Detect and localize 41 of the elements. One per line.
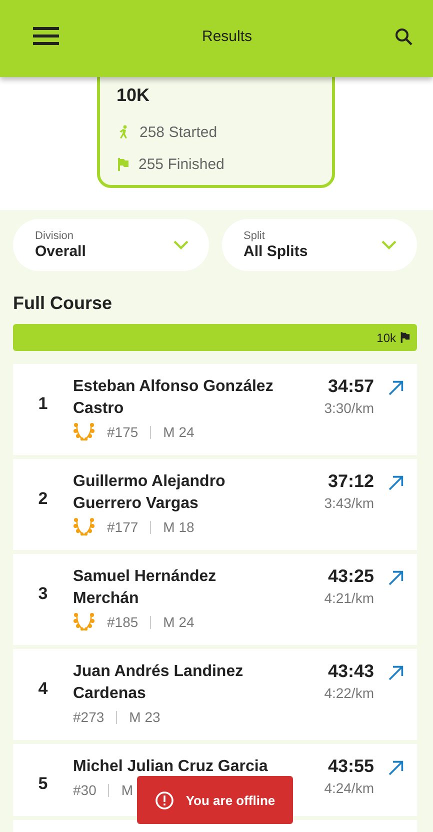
runner-name: Guillermo Alejandro Guerrero Vargas — [73, 472, 226, 514]
race-name: 10K — [116, 85, 151, 106]
category: M 24 — [163, 614, 194, 630]
dropdown-label: Split — [244, 230, 266, 242]
dropdown-value: All Splits — [244, 243, 308, 260]
page-title: Results — [202, 28, 252, 45]
started-count: 258 Started — [140, 124, 218, 140]
finished-count: 255 Finished — [138, 156, 224, 172]
finish-time: 43:55 — [328, 756, 374, 777]
pace: 4:24/km — [324, 780, 374, 796]
rank: 4 — [37, 679, 49, 699]
finish-time: 43:25 — [328, 566, 374, 587]
runner-name: Juan Andrés Landinez Cardenas — [73, 662, 244, 704]
finish-time: 34:57 — [328, 376, 374, 397]
runner-name: Michel Julian Cruz Garcia — [73, 757, 269, 777]
toast-message: You are offline — [186, 792, 276, 808]
rank: 1 — [37, 394, 49, 414]
runner-name: Esteban Alfonso González Castro — [73, 377, 274, 419]
bib-number: #175 — [107, 424, 138, 440]
pace: 3:43/km — [324, 495, 374, 511]
dropdown-label: Division — [35, 230, 75, 242]
bib-number: #30 — [73, 782, 96, 798]
rank: 3 — [37, 584, 49, 604]
distance-label: 10k — [376, 330, 396, 344]
section-title: Full Course — [13, 293, 114, 314]
finish-time: 43:43 — [328, 661, 374, 682]
pace: 3:30/km — [324, 400, 374, 416]
finish-time: 37:12 — [328, 471, 374, 492]
category: M — [121, 782, 134, 798]
dropdown-value: Overall — [35, 243, 86, 260]
pace: 4:22/km — [324, 685, 374, 701]
rank: 5 — [37, 774, 49, 794]
bib-number: #273 — [73, 709, 104, 725]
category: M 23 — [129, 709, 160, 725]
runner-name: Samuel Hernández Merchán — [73, 567, 218, 609]
bib-number: #177 — [107, 519, 138, 535]
category: M 24 — [163, 424, 194, 440]
rank: 2 — [37, 489, 49, 509]
category: M 18 — [163, 519, 194, 535]
pace: 4:21/km — [324, 590, 374, 606]
bib-number: #185 — [107, 614, 138, 630]
